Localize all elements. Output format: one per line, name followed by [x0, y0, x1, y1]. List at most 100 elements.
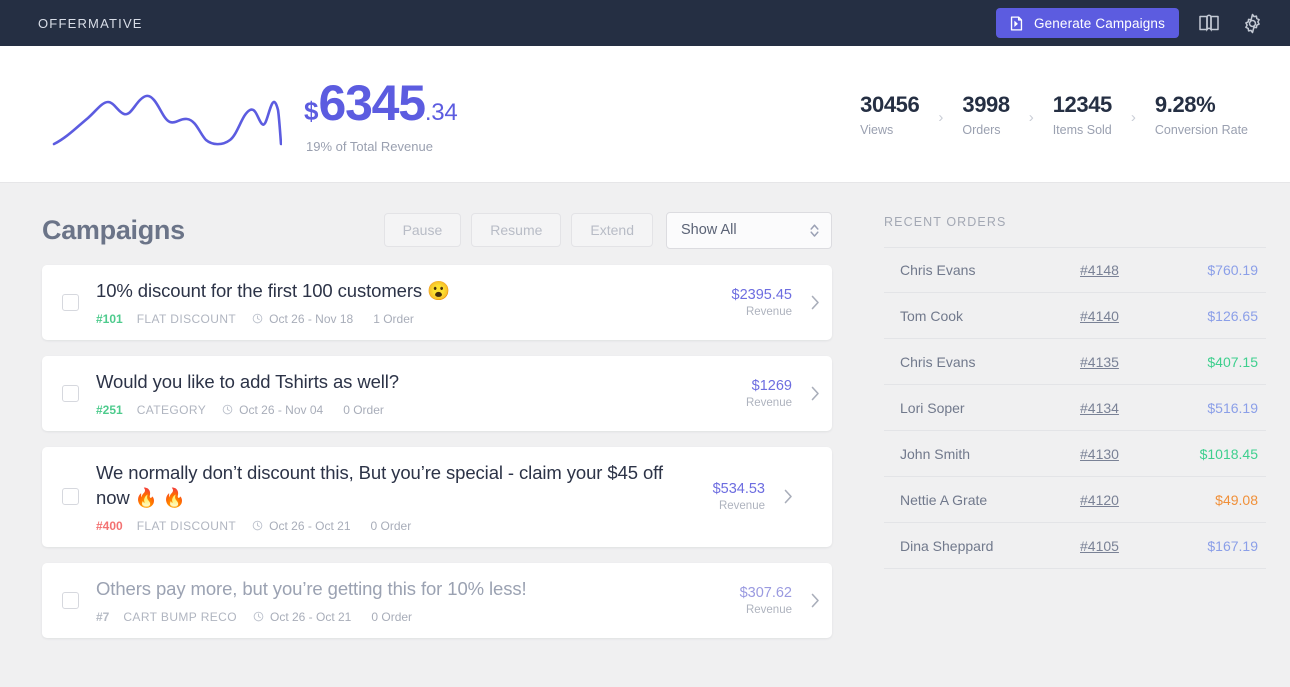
order-amount: $167.19	[1207, 537, 1258, 554]
table-row[interactable]: Chris Evans #4148 $760.19	[884, 247, 1266, 293]
campaign-checkbox[interactable]	[62, 591, 79, 609]
filter-select-value: Show All	[681, 222, 737, 238]
campaign-date: Oct 26 - Oct 21	[252, 518, 351, 533]
kpi-conversion-rate: 9.28% Conversion Rate	[1153, 92, 1250, 137]
document-page-icon	[1008, 15, 1025, 32]
kpi-label: Conversion Rate	[1154, 122, 1248, 137]
generate-campaigns-button[interactable]: Generate Campaigns	[995, 8, 1179, 38]
campaign-revenue-label: Revenue	[745, 603, 792, 616]
campaign-open-chevron-right-icon[interactable]	[798, 593, 832, 608]
top-bar-actions: Generate Campaigns	[995, 8, 1266, 38]
campaign-date: Oct 26 - Nov 18	[252, 312, 353, 326]
campaign-revenue-label: Revenue	[745, 305, 792, 318]
campaign-id: #400	[96, 518, 123, 533]
table-row[interactable]: Dina Sheppard #4105 $167.19	[884, 523, 1266, 569]
main-content: Campaigns Pause Resume Extend Show All 1…	[0, 183, 1290, 686]
order-id-link[interactable]: #4148	[1080, 262, 1170, 278]
summary-header: $ 6345 .34 19% of Total Revenue 30456 Vi…	[0, 46, 1290, 183]
campaign-card[interactable]: 10% discount for the first 100 customers…	[42, 265, 832, 340]
gear-icon[interactable]	[1239, 10, 1266, 37]
currency-symbol: $	[304, 96, 319, 126]
campaign-title: We normally don’t discount this, But you…	[96, 461, 663, 508]
order-id-link[interactable]: #4134	[1080, 400, 1170, 416]
chevron-right-icon: ›	[938, 109, 944, 126]
kpi-items-sold: 12345 Items Sold	[1051, 92, 1114, 137]
campaign-open-chevron-right-icon[interactable]	[771, 489, 805, 504]
order-id-link[interactable]: #4140	[1080, 308, 1170, 324]
campaign-revenue: $2395.45 Revenue	[706, 287, 798, 318]
order-id-link[interactable]: #4135	[1080, 354, 1170, 370]
pause-button[interactable]: Pause	[383, 213, 462, 247]
kpi-value: 3998	[962, 91, 1010, 117]
chevron-right-icon: ›	[1028, 109, 1034, 126]
campaign-revenue: $307.62 Revenue	[706, 585, 798, 616]
resume-button[interactable]: Resume	[471, 213, 562, 247]
campaign-checkbox[interactable]	[62, 488, 79, 506]
campaign-title: Others pay more, but you’re getting this…	[96, 577, 527, 599]
order-customer-name: Chris Evans	[900, 262, 976, 278]
campaign-title: 10% discount for the first 100 customers…	[96, 280, 451, 301]
campaign-title: Would you like to add Tshirts as well?	[96, 370, 399, 392]
recent-orders-section: RECENT ORDERS Chris Evans #4148 $760.19 …	[874, 183, 1290, 686]
kpi-value: 12345	[1052, 91, 1113, 117]
book-icon[interactable]	[1195, 9, 1223, 37]
kpi-orders: 3998 Orders	[960, 92, 1011, 137]
campaign-revenue-label: Revenue	[718, 500, 765, 513]
campaigns-header: Campaigns Pause Resume Extend Show All	[42, 209, 874, 251]
campaigns-section: Campaigns Pause Resume Extend Show All 1…	[0, 183, 874, 686]
campaign-orders: 0 Order	[371, 609, 413, 624]
chevron-up-down-icon	[808, 221, 821, 240]
campaign-open-chevron-right-icon[interactable]	[798, 295, 832, 310]
order-customer-name: John Smith	[900, 445, 971, 462]
campaign-date-text: Oct 26 - Nov 18	[269, 311, 354, 326]
order-amount: $516.19	[1207, 399, 1258, 416]
campaign-checkbox[interactable]	[62, 384, 79, 402]
campaign-id: #251	[96, 402, 123, 417]
campaigns-toolbar: Pause Resume Extend Show All	[383, 211, 832, 249]
revenue-amount: 6345	[318, 75, 426, 131]
extend-button[interactable]: Extend	[571, 213, 653, 247]
table-row[interactable]: Lori Soper #4134 $516.19	[884, 385, 1266, 431]
campaign-meta: #101 FLAT DISCOUNT Oct 26 - Nov 18 1 Ord…	[96, 312, 696, 326]
campaign-card[interactable]: We normally don’t discount this, But you…	[42, 446, 832, 547]
kpi-value: 9.28%	[1154, 91, 1216, 117]
campaign-orders: 0 Order	[370, 518, 412, 533]
order-amount: $49.08	[1215, 491, 1258, 508]
clock-icon	[252, 520, 263, 531]
top-bar: OFFERMATIVE Generate Campaigns	[0, 0, 1290, 46]
campaign-orders: 1 Order	[373, 311, 414, 326]
campaign-revenue-amount: $2395.45	[731, 286, 792, 303]
campaign-info: 10% discount for the first 100 customers…	[79, 279, 706, 326]
order-customer-name: Tom Cook	[900, 307, 964, 324]
campaign-list: 10% discount for the first 100 customers…	[42, 265, 874, 638]
kpi-label: Views	[860, 122, 894, 137]
order-id-link[interactable]: #4130	[1080, 446, 1170, 462]
campaign-date: Oct 26 - Oct 21	[253, 610, 351, 624]
campaign-meta: #7 CART BUMP RECO Oct 26 - Oct 21 0 Orde…	[96, 610, 696, 624]
kpi-label: Items Sold	[1052, 122, 1112, 137]
campaign-revenue: $534.53 Revenue	[679, 481, 771, 512]
campaign-date-text: Oct 26 - Oct 21	[269, 609, 352, 624]
generate-campaigns-label: Generate Campaigns	[1033, 15, 1165, 31]
campaign-checkbox[interactable]	[62, 293, 79, 311]
campaign-open-chevron-right-icon[interactable]	[798, 386, 832, 401]
revenue-subtitle: 19% of Total Revenue	[306, 139, 433, 154]
page-title: Campaigns	[42, 214, 185, 245]
order-id-link[interactable]: #4105	[1080, 538, 1170, 554]
table-row[interactable]: John Smith #4130 $1018.45	[884, 431, 1266, 477]
campaign-type: CART BUMP RECO	[123, 609, 237, 624]
campaign-card[interactable]: Would you like to add Tshirts as well? #…	[42, 355, 832, 431]
table-row[interactable]: Chris Evans #4135 $407.15	[884, 339, 1266, 385]
table-row[interactable]: Tom Cook #4140 $126.65	[884, 293, 1266, 339]
table-row[interactable]: Nettie A Grate #4120 $49.08	[884, 477, 1266, 523]
campaign-meta: #251 CATEGORY Oct 26 - Nov 04 0 Order	[96, 403, 696, 417]
order-id-link[interactable]: #4120	[1080, 492, 1170, 508]
campaign-date: Oct 26 - Nov 04	[222, 403, 323, 417]
filter-select[interactable]: Show All	[666, 211, 832, 249]
campaign-card[interactable]: Others pay more, but you’re getting this…	[42, 562, 832, 638]
campaign-date-text: Oct 26 - Oct 21	[269, 518, 351, 533]
order-amount: $126.65	[1207, 307, 1258, 324]
recent-orders-title: RECENT ORDERS	[884, 215, 1007, 229]
campaign-type: CATEGORY	[136, 402, 207, 417]
campaign-id: #101	[96, 311, 123, 326]
